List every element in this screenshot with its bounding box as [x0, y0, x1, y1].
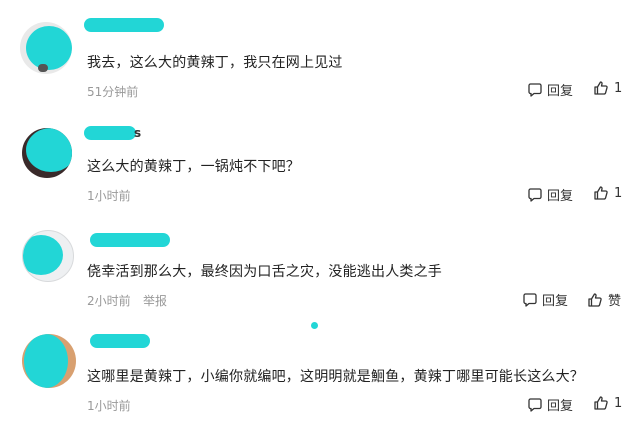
comment-bubble-icon [527, 187, 543, 203]
comment-time: 2小时前 [87, 294, 131, 308]
comment-text: 这么大的黄辣丁，一锅炖不下吧？ [87, 159, 300, 175]
report-link[interactable]: 举报 [143, 292, 167, 309]
avatar-edge [38, 64, 48, 72]
like-button[interactable]: 1 [593, 80, 622, 96]
avatar-redaction [26, 128, 72, 172]
like-count: 1 [614, 395, 623, 411]
reply-button[interactable]: 回复 [527, 80, 573, 99]
thumbs-up-icon [587, 292, 603, 308]
avatar[interactable] [20, 22, 72, 74]
avatar-redaction [23, 235, 63, 275]
reply-label: 回复 [547, 189, 574, 204]
comment-time: 1小时前 [87, 189, 131, 203]
reply-label: 回复 [547, 84, 574, 99]
thumbs-up-icon [593, 395, 609, 411]
like-count: 1 [614, 185, 623, 201]
reply-button[interactable]: 回复 [527, 395, 573, 414]
like-button[interactable]: 1 [593, 395, 622, 411]
username-redacted[interactable] [90, 233, 170, 247]
comment-text: 侥幸活到那么大，最终因为口舌之灾，没能逃出人类之手 [87, 264, 442, 280]
comment-item: 我去，这么大的黄辣丁，我只在网上见过 51分钟前 回复 1 [0, 0, 640, 110]
comment-bubble-icon [522, 292, 538, 308]
reply-button[interactable]: 回复 [522, 290, 568, 309]
username-redacted[interactable] [90, 334, 150, 348]
avatar-redaction [26, 26, 72, 70]
username-tail: s [134, 126, 142, 140]
avatar-redaction [24, 334, 68, 388]
like-label: 赞 [608, 294, 622, 309]
avatar[interactable] [22, 334, 76, 388]
like-button[interactable]: 1 [593, 185, 622, 201]
avatar[interactable] [22, 230, 74, 282]
reply-label: 回复 [547, 399, 574, 414]
thumbs-up-icon [593, 80, 609, 96]
comment-item: 这哪里是黄辣丁，小编你就编吧，这明明就是鮰鱼，黄辣丁哪里可能长这么大？ 1小时前… [0, 320, 640, 434]
reply-label: 回复 [542, 294, 569, 309]
avatar[interactable] [22, 128, 72, 178]
comment-time: 51分钟前 [87, 85, 139, 99]
comment-item: s 这么大的黄辣丁，一锅炖不下吧？ 1小时前 回复 1 [0, 110, 640, 210]
comment-time: 1小时前 [87, 399, 131, 413]
thumbs-up-icon [593, 185, 609, 201]
comment-text: 我去，这么大的黄辣丁，我只在网上见过 [87, 55, 343, 71]
comment-text: 这哪里是黄辣丁，小编你就编吧，这明明就是鮰鱼，黄辣丁哪里可能长这么大？ [87, 369, 584, 385]
comment-bubble-icon [527, 82, 543, 98]
username-redacted[interactable] [84, 18, 164, 32]
reply-button[interactable]: 回复 [527, 185, 573, 204]
comment-item: 侥幸活到那么大，最终因为口舌之灾，没能逃出人类之手 2小时前 举报 回复 赞 [0, 215, 640, 315]
like-count: 1 [614, 80, 623, 96]
username-redacted[interactable] [84, 126, 136, 140]
like-button[interactable]: 赞 [587, 290, 621, 309]
comment-bubble-icon [527, 397, 543, 413]
